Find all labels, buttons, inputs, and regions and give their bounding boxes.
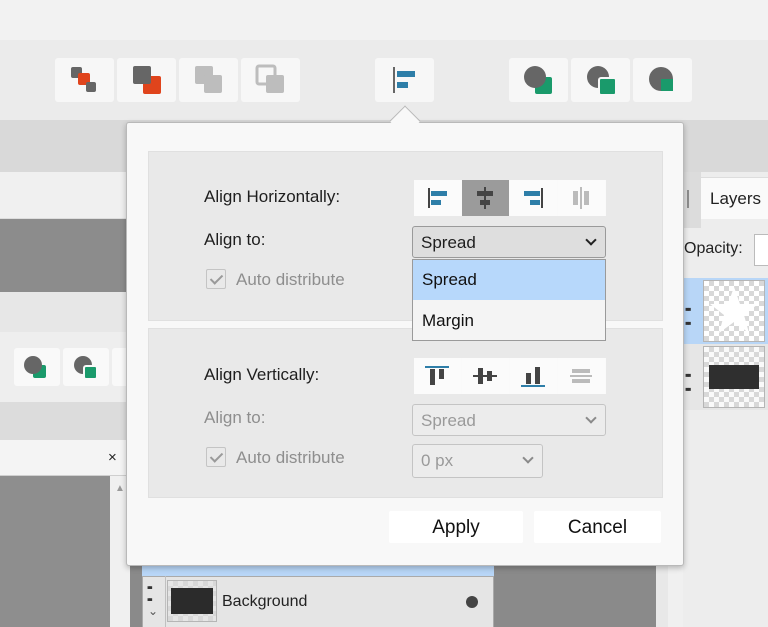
tab-layers[interactable]: Layers bbox=[701, 177, 768, 219]
auto-distribute-label: Auto distribute bbox=[236, 270, 345, 289]
left-panel-header bbox=[0, 172, 130, 219]
panel-tab-strip bbox=[683, 172, 701, 228]
arrange-backward-button[interactable] bbox=[179, 58, 238, 102]
distribute-vertical-icon bbox=[570, 369, 592, 383]
boolean-intersect-button[interactable] bbox=[633, 58, 692, 102]
boolean-subtract-small-icon bbox=[74, 356, 98, 380]
vertical-align-group bbox=[414, 358, 606, 394]
horizontal-align-group bbox=[414, 180, 606, 216]
align-right-button[interactable] bbox=[510, 180, 557, 216]
vertical-auto-distribute-label: Auto distribute bbox=[236, 448, 345, 467]
left-panel-area bbox=[0, 219, 130, 292]
align-middle-button[interactable] bbox=[462, 358, 509, 394]
vertical-align-to-select[interactable]: Spread bbox=[412, 404, 606, 436]
photo-thumbnail bbox=[709, 365, 759, 389]
opacity-field[interactable] bbox=[754, 234, 768, 266]
boolean-add-small-button[interactable] bbox=[14, 348, 60, 386]
align-button[interactable] bbox=[375, 58, 434, 102]
align-to-select[interactable]: Spread bbox=[412, 226, 606, 258]
chevron-down-icon bbox=[585, 412, 597, 424]
boolean-subtract-small-button[interactable] bbox=[63, 348, 109, 386]
boolean-intersect-icon bbox=[649, 67, 673, 91]
tab-layers-label: Layers bbox=[710, 189, 762, 208]
align-icon bbox=[393, 67, 415, 93]
align-center-button[interactable] bbox=[462, 180, 509, 216]
dropdown-option-spread[interactable]: Spread bbox=[413, 260, 605, 300]
vertical-align-to-value: Spread bbox=[421, 411, 476, 430]
boolean-subtract-icon bbox=[587, 66, 617, 96]
canvas-area bbox=[0, 476, 110, 627]
apply-button[interactable]: Apply bbox=[389, 511, 523, 543]
boolean-subtract-button[interactable] bbox=[571, 58, 630, 102]
photo-thumbnail bbox=[171, 588, 213, 614]
distribute-vertical-button[interactable] bbox=[558, 358, 605, 394]
align-top-icon bbox=[425, 366, 449, 385]
align-left-icon bbox=[428, 188, 447, 208]
scroll-up-icon[interactable]: ▲ bbox=[115, 483, 125, 494]
chevron-down-icon bbox=[585, 234, 597, 246]
title-strip bbox=[0, 0, 768, 40]
grip-icon[interactable] bbox=[687, 190, 689, 208]
chevron-down-icon bbox=[522, 452, 534, 464]
align-to-dropdown: Spread Margin bbox=[412, 259, 606, 341]
layer-grip-icon[interactable]: ▪▪ ▪▪ ⌄ bbox=[142, 576, 166, 627]
left-panel-row bbox=[0, 292, 130, 332]
align-middle-icon bbox=[473, 368, 497, 384]
close-icon[interactable]: × bbox=[108, 449, 117, 466]
arrange-back-icon bbox=[255, 64, 284, 93]
align-right-icon bbox=[524, 188, 543, 208]
align-vertically-label: Align Vertically: bbox=[204, 365, 320, 384]
align-center-icon bbox=[477, 187, 493, 209]
spacing-select[interactable]: 0 px bbox=[412, 444, 543, 478]
distribute-horizontal-button[interactable] bbox=[558, 180, 605, 216]
layer-thumbnail bbox=[703, 280, 765, 342]
align-bottom-icon bbox=[521, 367, 545, 387]
layer-thumbnail bbox=[703, 346, 765, 408]
chevron-down-icon[interactable]: ⌄ bbox=[148, 604, 158, 618]
align-bottom-button[interactable] bbox=[510, 358, 557, 394]
visibility-dot-icon[interactable] bbox=[466, 596, 478, 608]
arrange-back-button[interactable] bbox=[241, 58, 300, 102]
spacing-value: 0 px bbox=[421, 451, 454, 470]
boolean-add-button[interactable] bbox=[509, 58, 568, 102]
cancel-button[interactable]: Cancel bbox=[534, 511, 661, 543]
arrange-forward-button[interactable] bbox=[117, 58, 176, 102]
vertical-align-to-label: Align to: bbox=[204, 408, 266, 427]
vertical-auto-distribute-checkbox[interactable] bbox=[206, 447, 226, 467]
layer-grip-icon[interactable]: ▪▪ ▪▪ bbox=[685, 302, 691, 330]
left-panel-row bbox=[0, 402, 130, 440]
align-left-button[interactable] bbox=[414, 180, 461, 216]
opacity-label: Opacity: bbox=[684, 240, 743, 257]
align-horizontally-label: Align Horizontally: bbox=[204, 187, 341, 206]
align-top-button[interactable] bbox=[414, 358, 461, 394]
align-to-value: Spread bbox=[421, 233, 476, 252]
arrange-forward-icon bbox=[133, 66, 161, 94]
layer-name: Background bbox=[222, 593, 308, 610]
boolean-add-small-icon bbox=[24, 356, 46, 378]
star-icon bbox=[710, 287, 758, 333]
layer-grip-icon[interactable]: ▪▪ ▪▪ bbox=[685, 368, 691, 396]
align-to-label: Align to: bbox=[204, 230, 266, 249]
dropdown-option-margin[interactable]: Margin bbox=[413, 301, 605, 341]
arrange-front-button[interactable] bbox=[55, 58, 114, 102]
boolean-add-icon bbox=[524, 66, 552, 94]
arrange-backward-icon bbox=[195, 66, 222, 93]
arrange-front-icon bbox=[71, 67, 96, 92]
distribute-horizontal-icon bbox=[573, 187, 589, 209]
auto-distribute-checkbox[interactable] bbox=[206, 269, 226, 289]
